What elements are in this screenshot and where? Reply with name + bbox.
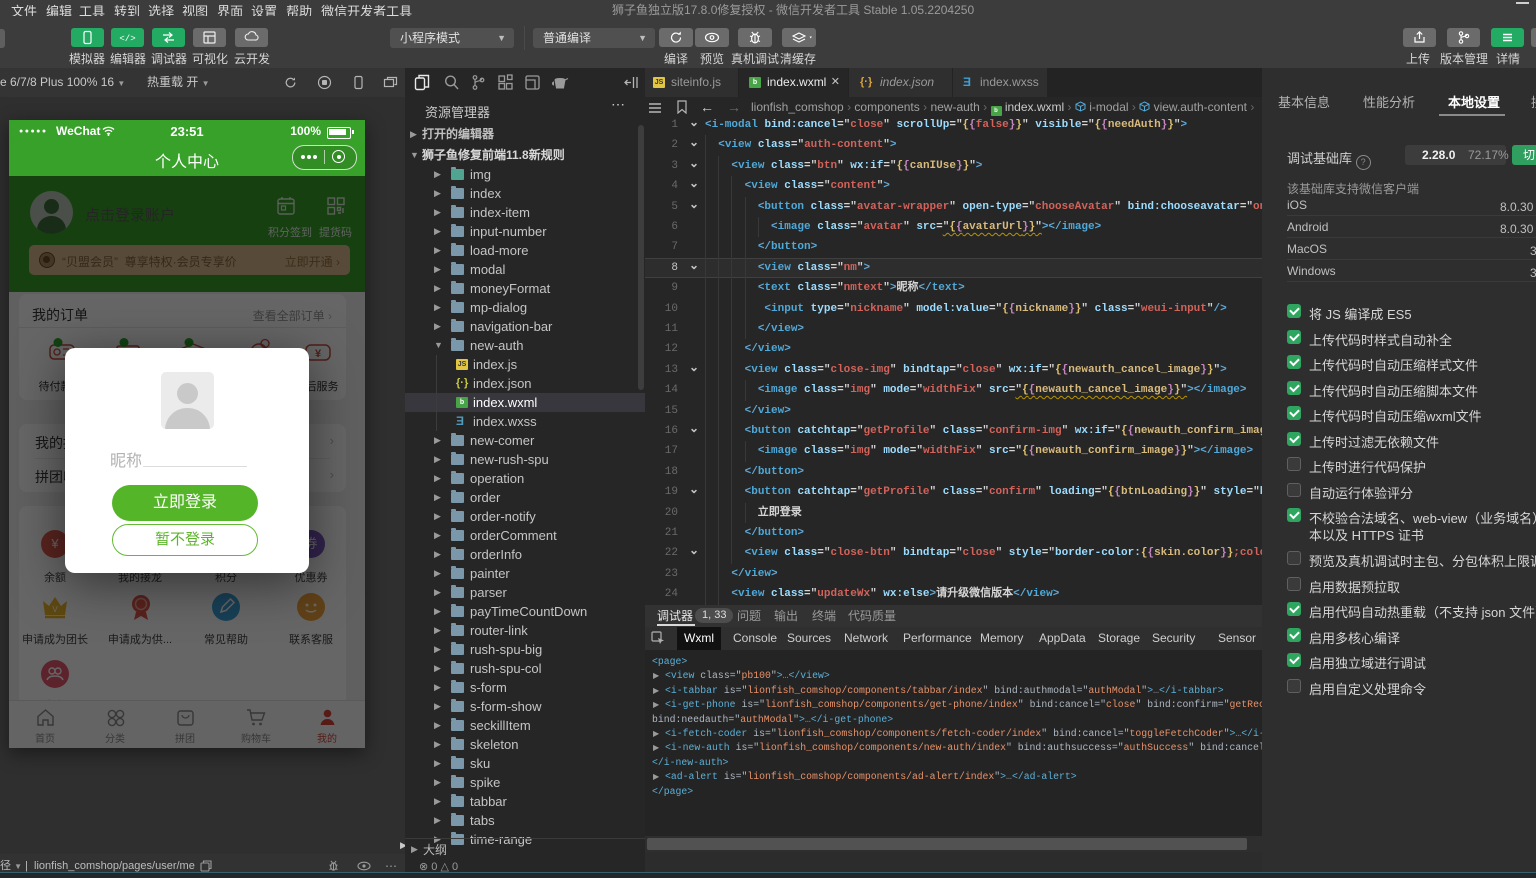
svg-text:</>: </>	[119, 34, 135, 44]
